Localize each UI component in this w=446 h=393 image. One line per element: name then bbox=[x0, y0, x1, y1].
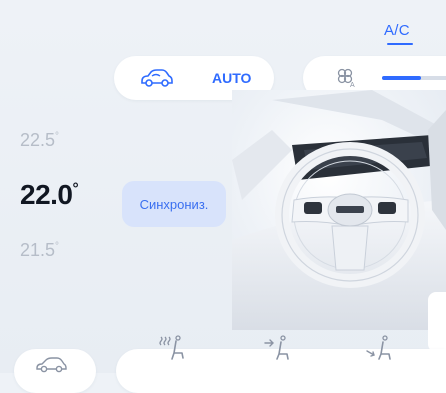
temperature-above[interactable]: 22.5° bbox=[20, 130, 59, 151]
svg-text:A: A bbox=[350, 82, 355, 89]
sync-button[interactable]: Синхрониз. bbox=[122, 181, 226, 227]
car-outline-icon[interactable] bbox=[34, 356, 68, 374]
seat-airflow-upper-icon[interactable] bbox=[262, 333, 292, 363]
temperature-below[interactable]: 21.5° bbox=[20, 240, 59, 261]
car-interior-illustration bbox=[232, 90, 446, 330]
car-airflow-icon[interactable] bbox=[138, 66, 174, 90]
seat-heating-icon[interactable] bbox=[156, 333, 186, 363]
side-panel-edge bbox=[428, 292, 446, 352]
auto-mode-button[interactable]: AUTO bbox=[212, 70, 251, 86]
temperature-current[interactable]: 22.0° bbox=[20, 179, 79, 211]
fan-level-fill bbox=[382, 76, 421, 80]
fan-auto-icon[interactable]: A bbox=[333, 66, 359, 90]
ac-toggle-button[interactable]: A/C bbox=[384, 22, 410, 39]
ac-active-indicator bbox=[387, 43, 413, 45]
seat-airflow-lower-icon[interactable] bbox=[364, 333, 394, 363]
